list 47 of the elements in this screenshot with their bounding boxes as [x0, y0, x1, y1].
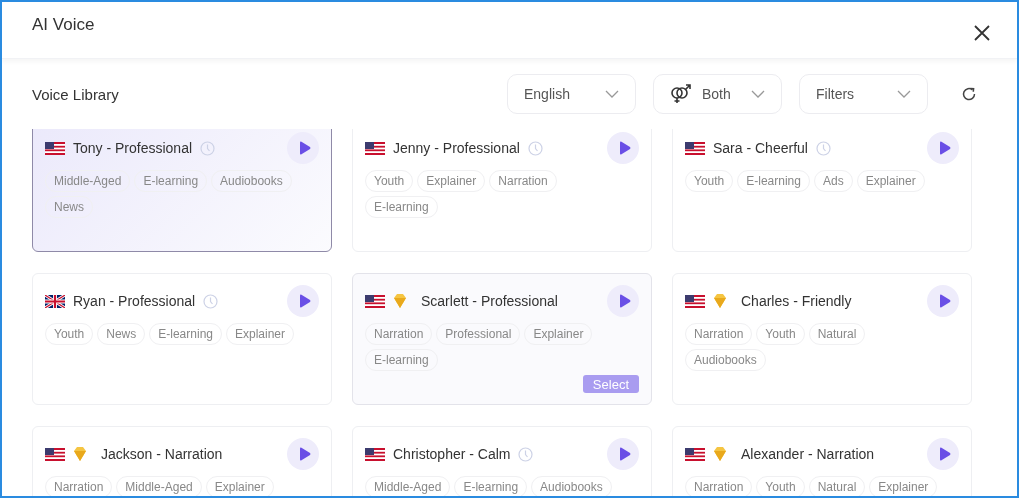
play-icon	[618, 294, 631, 308]
refresh-icon[interactable]	[961, 86, 977, 102]
gender-dropdown[interactable]: Both	[653, 74, 782, 114]
play-button[interactable]	[927, 438, 959, 470]
play-icon	[938, 294, 951, 308]
window-title: AI Voice	[32, 15, 95, 35]
voice-card[interactable]: Sara - Cheerful Youth E-learning Ads Explainer	[672, 129, 972, 252]
play-button[interactable]	[287, 438, 319, 470]
play-icon	[618, 447, 631, 461]
voice-name: Sara - Cheerful	[713, 140, 808, 156]
voice-card[interactable]: Ryan - Professional Youth News E-learning Explainer	[32, 273, 332, 405]
voice-card[interactable]: Christopher - Calm Middle-Aged E-learning Audiobooks	[352, 426, 652, 496]
play-button[interactable]	[927, 132, 959, 164]
language-dropdown[interactable]: English	[507, 74, 636, 114]
play-icon	[938, 447, 951, 461]
voice-card[interactable]: Tony - Professional Middle-Aged E-learning Audiobooks News	[32, 129, 332, 252]
voice-name: Alexander - Narration	[741, 446, 875, 462]
chevron-down-icon	[605, 90, 619, 98]
voice-name: Tony - Professional	[73, 140, 193, 156]
play-icon	[938, 141, 951, 155]
voice-name: Charles - Friendly	[741, 293, 852, 309]
chevron-down-icon	[897, 90, 911, 98]
voice-name: Jenny - Professional	[393, 140, 520, 156]
voice-card[interactable]: Jackson - Narration Narration Middle-Aged Explainer	[32, 426, 332, 496]
voice-name: Ryan - Professional	[73, 293, 196, 309]
voice-card[interactable]: Scarlett - Professional Narration Professional Explainer E-learning Select	[352, 273, 652, 405]
voice-name: Christopher - Calm	[393, 446, 511, 462]
play-button[interactable]	[927, 285, 959, 317]
play-button[interactable]	[607, 132, 639, 164]
voice-card[interactable]: Charles - Friendly Narration Youth Natural Audiobooks	[672, 273, 972, 405]
gender-icon	[670, 84, 692, 104]
play-icon	[298, 141, 311, 155]
play-button[interactable]	[287, 285, 319, 317]
filters-dropdown[interactable]: Filters	[799, 74, 928, 114]
voice-card[interactable]: Jenny - Professional Youth Explainer Narration E-learning	[352, 129, 652, 252]
close-icon[interactable]	[974, 25, 990, 41]
voice-name: Jackson - Narration	[101, 446, 223, 462]
voice-name: Scarlett - Professional	[421, 293, 558, 309]
chevron-down-icon	[751, 90, 765, 98]
voice-card[interactable]: Alexander - Narration Narration Youth Natural Explainer	[672, 426, 972, 496]
play-button[interactable]	[607, 438, 639, 470]
play-icon	[298, 294, 311, 308]
play-icon	[298, 447, 311, 461]
section-title: Voice Library	[32, 85, 119, 103]
play-button[interactable]	[287, 132, 319, 164]
play-button[interactable]	[607, 285, 639, 317]
play-icon	[618, 141, 631, 155]
